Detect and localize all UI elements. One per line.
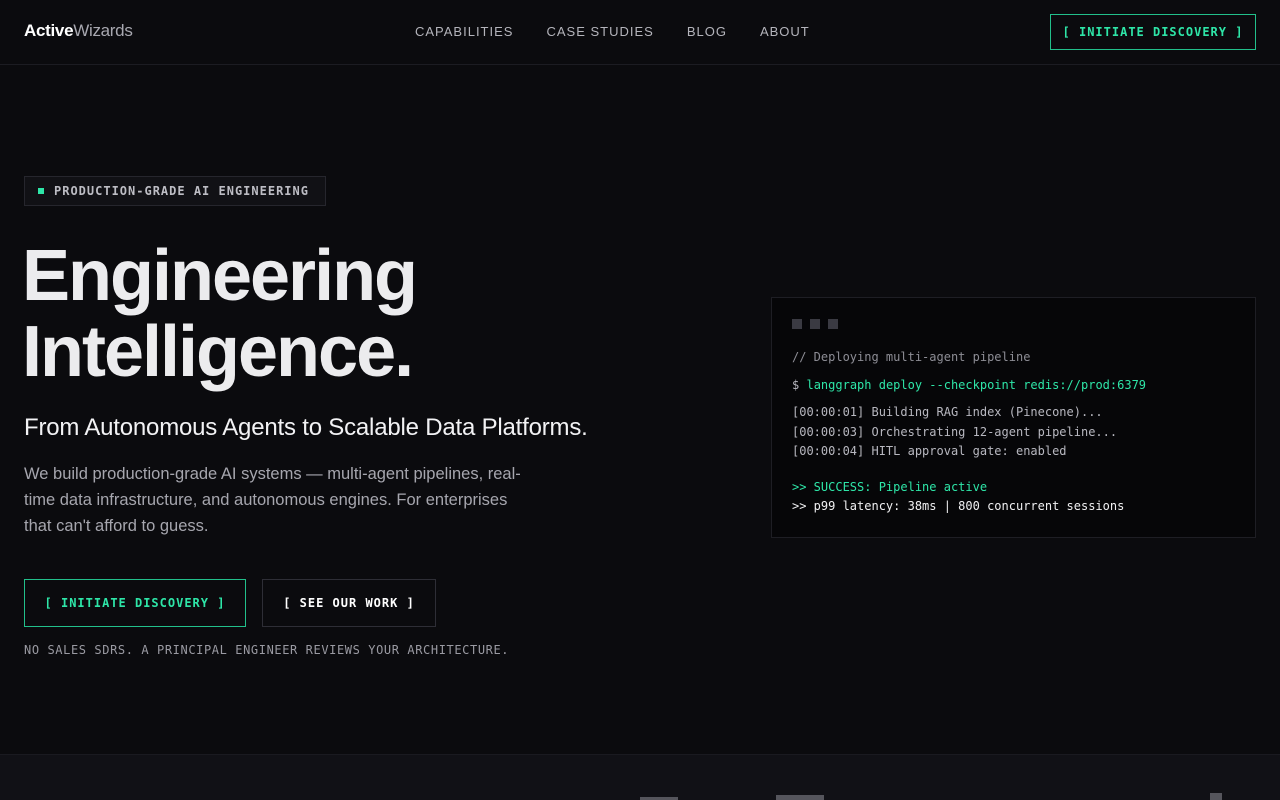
hero-description: We build production-grade AI systems — m…: [24, 465, 521, 535]
terminal-window: // Deploying multi-agent pipeline $ lang…: [771, 297, 1256, 538]
nav-link-about[interactable]: ABOUT: [760, 24, 810, 39]
client-logo-icon: [1210, 793, 1222, 800]
see-our-work-button[interactable]: [ SEE OUR WORK ]: [262, 579, 436, 627]
hero-badge: PRODUCTION-GRADE AI ENGINEERING: [24, 176, 326, 206]
hero-subhead: From Autonomous Agents to Scalable Data …: [24, 414, 588, 441]
hero-headline-line1: Engineering: [22, 236, 418, 316]
nav-link-blog[interactable]: BLOG: [687, 24, 727, 39]
window-dot-icon: [810, 319, 820, 329]
terminal-comment: // Deploying multi-agent pipeline: [792, 350, 1031, 364]
terminal-prompt: $: [792, 378, 800, 392]
terminal-command-line: $ langgraph deploy --checkpoint redis://…: [792, 378, 1146, 392]
brand-logo-part2: Wizards: [73, 21, 133, 40]
nav-link-case-studies[interactable]: CASE STUDIES: [546, 24, 653, 39]
terminal-stats: >> p99 latency: 38ms | 800 concurrent se…: [792, 499, 1125, 513]
terminal-log-line: [00:00:03] Orchestrating 12-agent pipeli…: [792, 425, 1118, 439]
window-dot-icon: [792, 319, 802, 329]
terminal-log-line: [00:00:01] Building RAG index (Pinecone)…: [792, 405, 1103, 419]
terminal-log-line: [00:00:04] HITL approval gate: enabled: [792, 444, 1067, 458]
hero-headline-line2: Intelligence.: [22, 312, 414, 392]
client-logo-icon: [776, 795, 824, 800]
initiate-discovery-button[interactable]: [ INITIATE DISCOVERY ]: [24, 579, 246, 627]
nav-initiate-discovery-button[interactable]: [ INITIATE DISCOVERY ]: [1050, 14, 1256, 50]
terminal-success: >> SUCCESS: Pipeline active: [792, 480, 988, 494]
badge-square-icon: [38, 188, 44, 194]
hero-badge-label: PRODUCTION-GRADE AI ENGINEERING: [54, 184, 309, 198]
brand-logo[interactable]: ActiveWizards: [24, 21, 133, 41]
client-logos-band: [0, 754, 1280, 800]
brand-logo-part1: Active: [24, 21, 74, 40]
terminal-window-controls: [792, 319, 838, 329]
top-nav: ActiveWizards CAPABILITIES CASE STUDIES …: [0, 0, 1280, 65]
hero-note: NO SALES SDRS. A PRINCIPAL ENGINEER REVI…: [24, 643, 510, 657]
terminal-command: langgraph deploy --checkpoint redis://pr…: [806, 378, 1147, 392]
window-dot-icon: [828, 319, 838, 329]
nav-link-capabilities[interactable]: CAPABILITIES: [415, 24, 513, 39]
nav-links: CAPABILITIES CASE STUDIES BLOG ABOUT: [415, 24, 843, 39]
hero-headline: Engineering Intelligence.: [22, 236, 418, 392]
